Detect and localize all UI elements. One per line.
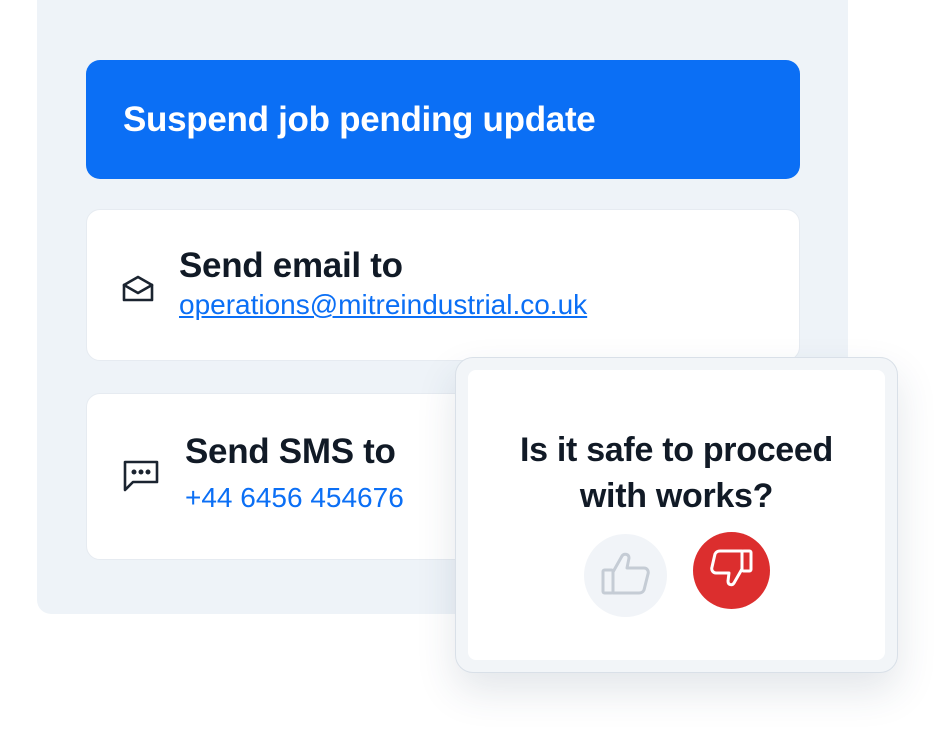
thumbs-down-button[interactable] bbox=[693, 532, 770, 609]
safety-check-body: Is it safe to proceed with works? bbox=[468, 370, 885, 660]
sms-phone-link[interactable]: +44 6456 454676 bbox=[185, 482, 404, 514]
suspend-job-action[interactable]: Suspend job pending update bbox=[86, 60, 800, 179]
thumbs-up-button[interactable] bbox=[584, 534, 667, 617]
email-address-link[interactable]: operations@mitreindustrial.co.uk bbox=[179, 289, 587, 321]
message-dots-icon bbox=[121, 458, 161, 499]
safety-check-popup: Is it safe to proceed with works? bbox=[455, 357, 898, 673]
send-email-card: Send email to operations@mitreindustrial… bbox=[86, 209, 800, 361]
envelope-open-icon bbox=[121, 274, 155, 309]
safety-question: Is it safe to proceed with works? bbox=[468, 427, 885, 519]
send-sms-title: Send SMS to bbox=[185, 432, 396, 471]
safety-question-line2: with works? bbox=[579, 477, 774, 515]
workflow-illustration: Suspend job pending update Send email to… bbox=[0, 0, 945, 743]
suspend-job-label: Suspend job pending update bbox=[123, 99, 596, 139]
thumbs-up-icon bbox=[600, 550, 652, 601]
thumbs-down-icon bbox=[709, 548, 754, 593]
send-email-title: Send email to bbox=[179, 246, 403, 285]
safety-question-line1: Is it safe to proceed bbox=[519, 431, 833, 469]
